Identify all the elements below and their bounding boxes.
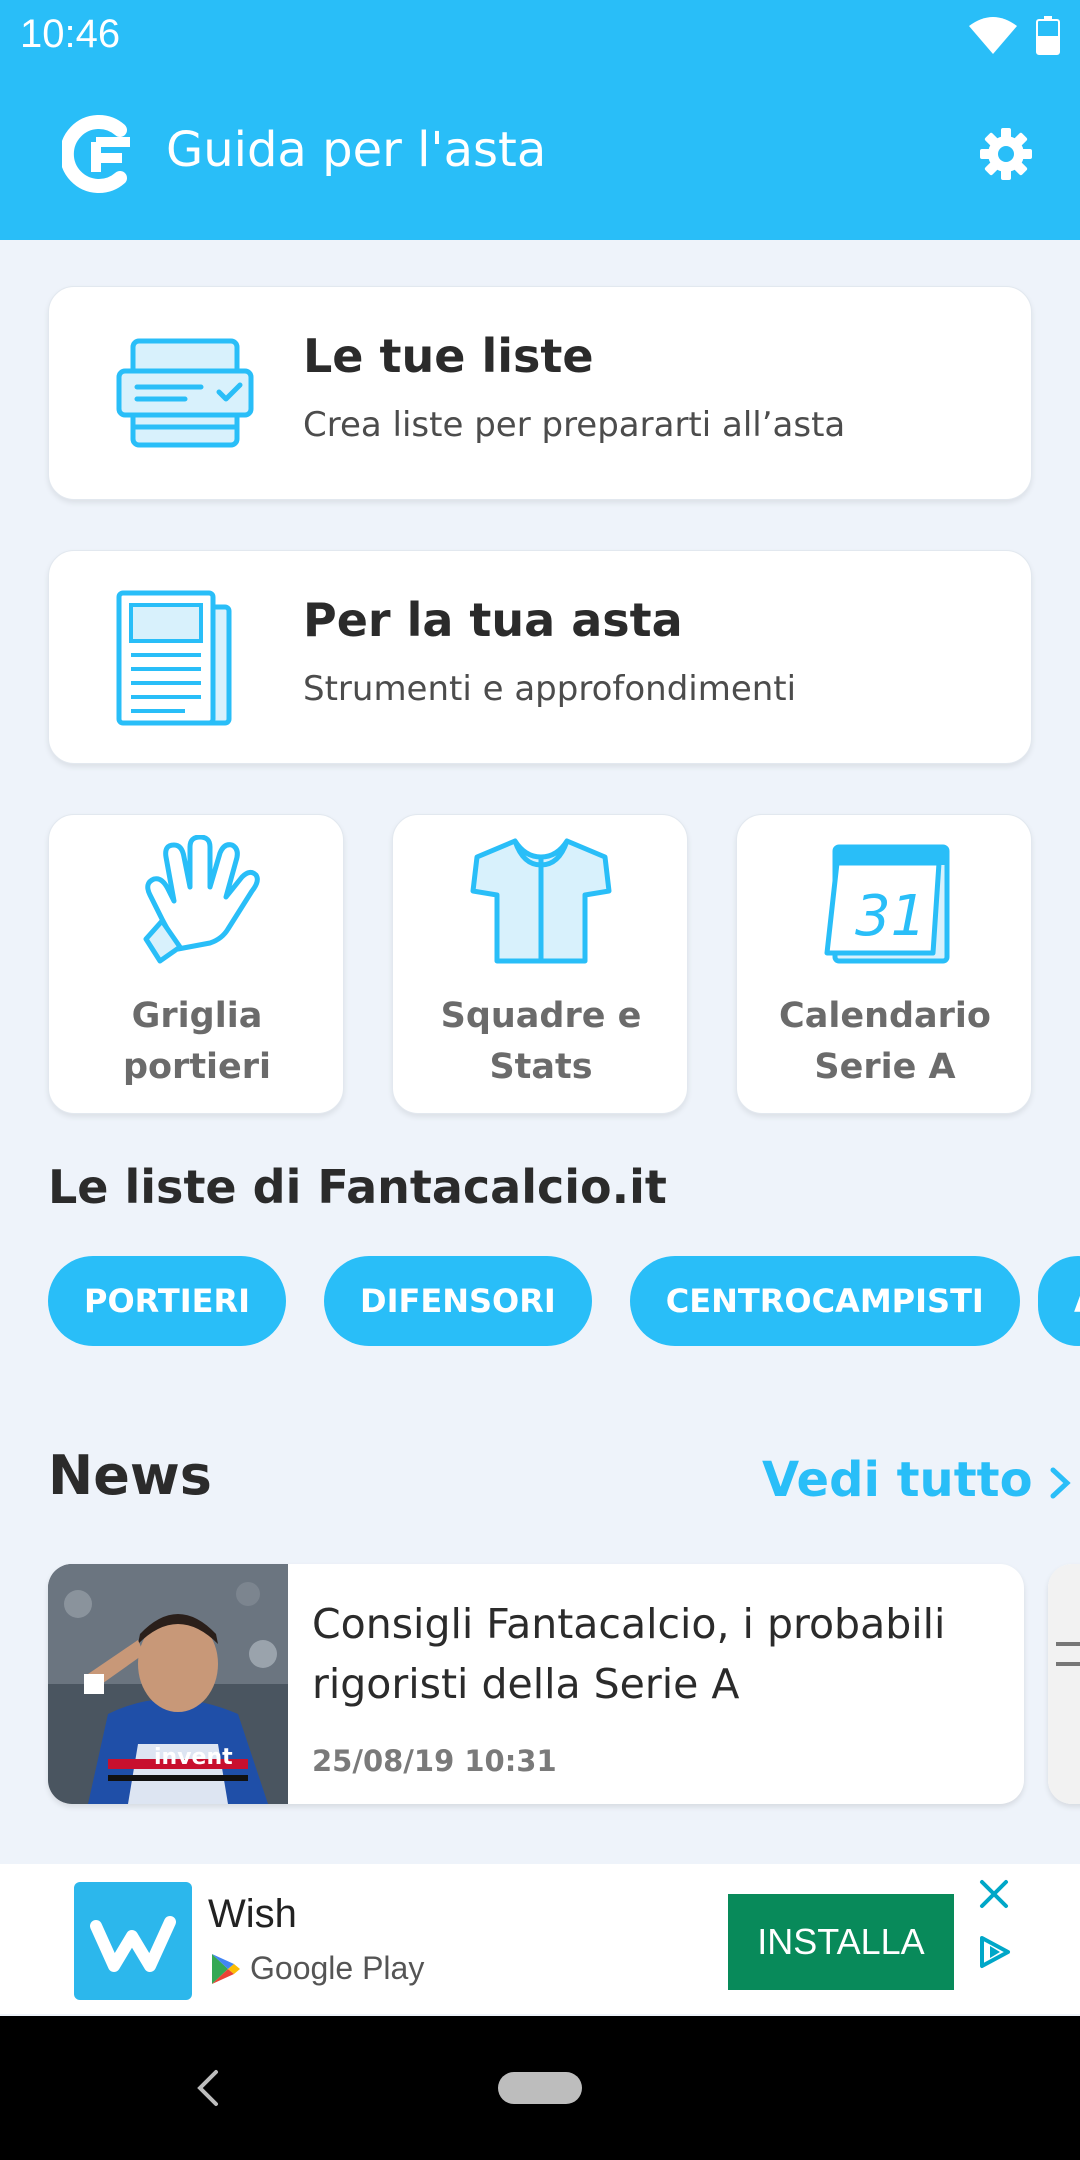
svg-text:31: 31 bbox=[855, 884, 926, 949]
card-title: Per la tua asta bbox=[303, 593, 683, 647]
news-thumbnail-image: invent bbox=[48, 1564, 288, 1804]
wish-logo-icon bbox=[90, 1916, 176, 1972]
status-time: 10:46 bbox=[20, 12, 121, 56]
goalkeeper-glove-icon bbox=[143, 835, 260, 964]
ad-close-icon[interactable] bbox=[976, 1876, 1012, 1912]
chip-attaccanti-partial[interactable]: A bbox=[1038, 1256, 1080, 1346]
fantacalcio-logo-icon bbox=[62, 115, 130, 193]
google-play-icon bbox=[212, 1953, 240, 1984]
ad-app-name: Wish bbox=[208, 1892, 297, 1936]
newspaper-icon bbox=[116, 590, 232, 726]
home-pill[interactable] bbox=[498, 2072, 582, 2104]
news-card-partial[interactable] bbox=[1048, 1564, 1080, 1804]
chip-centrocampisti[interactable]: CENTROCAMPISTI bbox=[629, 1256, 1020, 1346]
adchoices-icon[interactable] bbox=[976, 1934, 1012, 1970]
jersey-icon bbox=[470, 838, 612, 964]
news-card[interactable]: invent Consigli Fantacalcio, i probabili… bbox=[48, 1564, 1024, 1804]
news-headline: Consigli Fantacalcio, i probabili rigori… bbox=[312, 1600, 946, 1708]
wifi-icon bbox=[969, 17, 1017, 54]
install-button[interactable]: INSTALLA bbox=[728, 1894, 954, 1990]
news-section-title: News bbox=[48, 1444, 212, 1507]
tile-squadre-stats[interactable]: Squadre e Stats bbox=[392, 814, 688, 1114]
card-title: Le tue liste bbox=[303, 329, 594, 383]
calendar-icon: 31 bbox=[824, 844, 950, 964]
chip-portieri[interactable]: PORTIERI bbox=[48, 1256, 286, 1346]
lists-section-title: Le liste di Fantacalcio.it bbox=[48, 1160, 667, 1214]
svg-text:invent: invent bbox=[154, 1745, 233, 1770]
see-all-link[interactable]: Vedi tutto bbox=[762, 1452, 1071, 1508]
news-date: 25/08/19 10:31 bbox=[312, 1744, 557, 1778]
tile-label: Griglia portieri bbox=[122, 996, 272, 1087]
tile-griglia-portieri[interactable]: Griglia portieri bbox=[48, 814, 344, 1114]
page-title: Guida per l'asta bbox=[166, 122, 547, 178]
chip-row: PORTIERI DIFENSORI CENTROCAMPISTI bbox=[48, 1256, 1020, 1346]
chevron-right-icon bbox=[1050, 1467, 1071, 1499]
wish-app-icon[interactable] bbox=[74, 1882, 192, 2000]
card-subtitle: Crea liste per prepararti all’asta bbox=[303, 405, 846, 445]
chip-difensori[interactable]: DIFENSORI bbox=[324, 1256, 592, 1346]
tile-label: Squadre e Stats bbox=[440, 996, 642, 1087]
news-thumbnail-image bbox=[1048, 1564, 1080, 1804]
card-le-tue-liste[interactable]: Le tue liste Crea liste per prepararti a… bbox=[48, 286, 1032, 500]
tile-label: Calendario Serie A bbox=[779, 996, 991, 1087]
tile-calendario-serie-a[interactable]: 31 Calendario Serie A bbox=[736, 814, 1032, 1114]
system-nav-bar bbox=[0, 2016, 1080, 2160]
battery-icon bbox=[1036, 16, 1060, 55]
ad-banner[interactable]: Wish Google Play INSTALLA bbox=[0, 1864, 1080, 2014]
settings-gear-icon[interactable] bbox=[978, 126, 1034, 182]
status-bar: 10:46 bbox=[0, 0, 1080, 72]
card-per-la-tua-asta[interactable]: Per la tua asta Strumenti e approfondime… bbox=[48, 550, 1032, 764]
google-play-label: Google Play bbox=[210, 1950, 424, 1987]
back-icon[interactable] bbox=[196, 2068, 220, 2108]
app-bar: Guida per l'asta bbox=[0, 72, 1080, 240]
list-check-icon bbox=[116, 338, 254, 448]
card-subtitle: Strumenti e approfondimenti bbox=[303, 669, 797, 709]
